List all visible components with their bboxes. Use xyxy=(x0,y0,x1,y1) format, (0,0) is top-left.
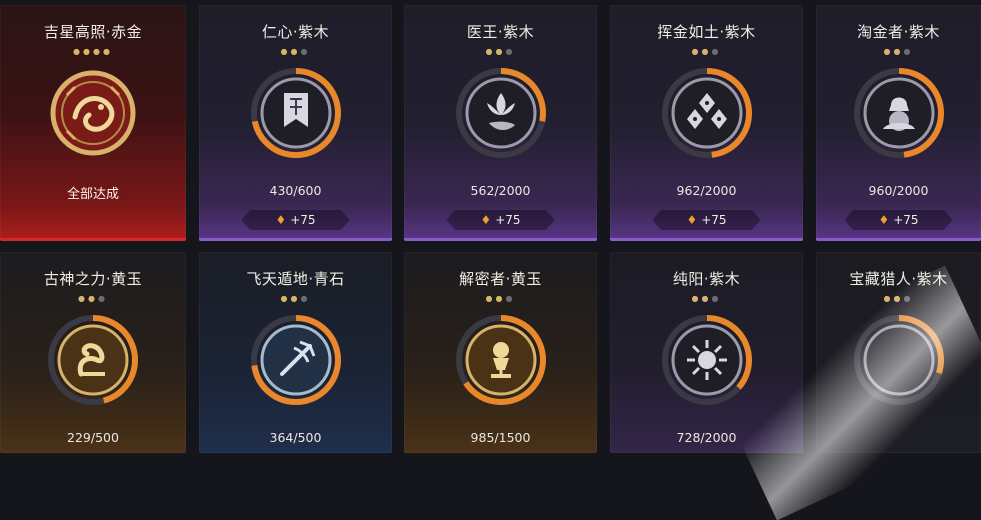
achievement-progress-text: 562/2000 xyxy=(470,183,531,198)
reward-pill: ♦ +75 xyxy=(652,210,761,230)
gold-ingots-icon xyxy=(659,65,755,161)
achievement-title: 解密者·黄玉 xyxy=(459,270,542,288)
achievement-title: 纯阳·紫木 xyxy=(672,270,741,288)
reward-amount: +75 xyxy=(290,213,316,227)
achievement-card-9[interactable]: 纯阳·紫木 ●●● 728/2000 xyxy=(610,252,803,453)
flame-icon: ♦ xyxy=(686,213,698,227)
trident-icon xyxy=(248,312,344,408)
achievement-card-6[interactable]: 古神之力·黄玉 ●●● 229/500 xyxy=(0,252,186,453)
achievement-progress-text: 962/2000 xyxy=(676,183,737,198)
achievement-rank-dots: ●●● xyxy=(691,47,722,56)
achievement-progress-text: 229/500 xyxy=(67,430,119,445)
flame-icon: ♦ xyxy=(480,213,492,227)
lotus-hand-icon xyxy=(453,65,549,161)
flame-icon: ♦ xyxy=(275,213,287,227)
achievement-title: 古神之力·黄玉 xyxy=(43,270,143,288)
achievement-rank-dots: ●●● xyxy=(691,294,722,303)
achievement-card-10[interactable]: 宝藏猎人·紫木 ●●● xyxy=(816,252,981,453)
achievement-rank-dots: ●●● xyxy=(485,294,516,303)
achievement-card-4[interactable]: 挥金如土·紫木 ●●● 962/2000 ♦ +75 xyxy=(610,5,803,241)
relic-chalice-icon xyxy=(453,312,549,408)
achievement-title: 淘金者·紫木 xyxy=(857,23,940,41)
achievement-rank-dots: ●●● xyxy=(280,294,311,303)
achievement-rank-dots: ●●● xyxy=(280,47,311,56)
reward-amount: +75 xyxy=(893,213,919,227)
achievement-title: 吉星高照·赤金 xyxy=(43,23,143,41)
achievement-title: 宝藏猎人·紫木 xyxy=(849,270,948,288)
reward-amount: +75 xyxy=(495,213,521,227)
reward-pill: ♦ +75 xyxy=(446,210,555,230)
reward-pill: ♦ +75 xyxy=(844,210,953,230)
achievement-card-2[interactable]: 仁心·紫木 ●●● 430/600 ♦ +75 xyxy=(199,5,392,241)
achievement-rank-dots: ●●●● xyxy=(73,47,113,56)
achievement-complete-label: 全部达成 xyxy=(66,187,119,202)
reward-pill: ♦ +75 xyxy=(241,210,350,230)
achievement-title: 医王·紫木 xyxy=(466,23,535,41)
achievement-progress-text: 985/1500 xyxy=(470,430,531,445)
banner-icon xyxy=(248,65,344,161)
achievement-title: 挥金如土·紫木 xyxy=(657,23,756,41)
achievement-rank-dots: ●●● xyxy=(78,294,108,303)
achievement-progress-text: 960/2000 xyxy=(868,183,929,198)
achievement-rank-dots: ●●● xyxy=(883,294,914,303)
achievement-card-1[interactable]: 吉星高照·赤金 ●●●● 全部达成 xyxy=(0,5,186,241)
achievement-card-5[interactable]: 淘金者·紫木 ●●● 960/2000 ♦ +75 xyxy=(816,5,981,241)
achievement-rank-dots: ●●● xyxy=(485,47,516,56)
achievement-progress-text: 364/500 xyxy=(269,430,322,445)
achievement-title: 飞天遁地·青石 xyxy=(246,270,345,288)
achievement-card-8[interactable]: 解密者·黄玉 ●●● 985/1500 xyxy=(404,252,597,453)
serpent-medal-icon xyxy=(45,312,141,408)
reward-amount: +75 xyxy=(701,213,727,227)
treasure-sack-icon xyxy=(851,65,947,161)
achievement-rank-dots: ●●● xyxy=(883,47,914,56)
achievement-progress-text: 430/600 xyxy=(269,183,322,198)
achievement-card-3[interactable]: 医王·紫木 ●●● 562/2000 ♦ +75 xyxy=(404,5,597,241)
treasure-hunter-icon xyxy=(851,312,947,408)
achievement-card-7[interactable]: 飞天遁地·青石 ●●● 364/500 xyxy=(199,252,392,453)
flame-icon: ♦ xyxy=(878,213,890,227)
koi-fish-medal-icon xyxy=(45,65,141,161)
achievement-progress-text: 728/2000 xyxy=(676,430,737,445)
achievement-title: 仁心·紫木 xyxy=(261,23,330,41)
sun-emblem-icon xyxy=(659,312,755,408)
